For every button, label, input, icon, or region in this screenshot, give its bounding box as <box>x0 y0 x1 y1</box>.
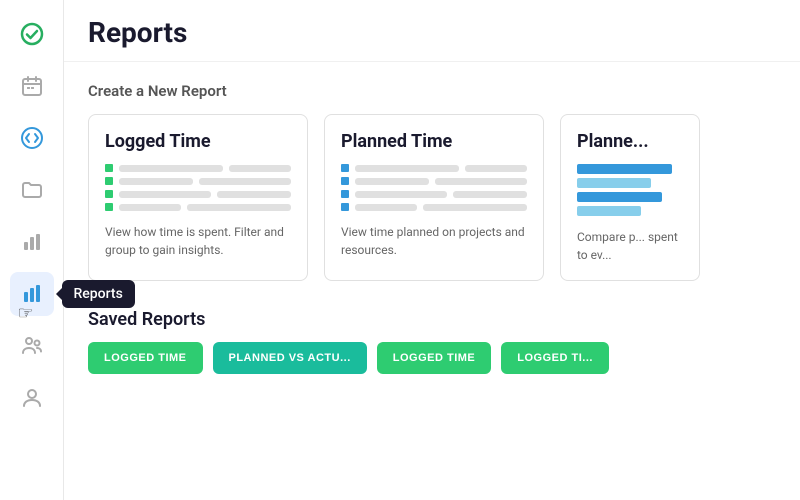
saved-section: Saved Reports LOGGED TIME PLANNED VS ACT… <box>88 309 776 374</box>
bar-chart-small-icon <box>20 230 44 254</box>
planned-vs-actual-preview <box>577 164 683 216</box>
logged-time-preview <box>105 164 291 211</box>
planned-time-card[interactable]: Planned Time View time planned on projec… <box>324 114 544 281</box>
saved-btn-logged-time-1[interactable]: LOGGED TIME <box>88 342 203 374</box>
sidebar-item-reports[interactable]: Reports ☞ <box>10 272 54 316</box>
logged-time-card[interactable]: Logged Time View how time is spent. Filt… <box>88 114 308 281</box>
check-circle-icon <box>20 22 44 46</box>
team-icon <box>20 334 44 358</box>
logged-time-card-title: Logged Time <box>105 131 291 152</box>
person-icon <box>20 386 44 410</box>
saved-buttons-row: LOGGED TIME PLANNED VS ACTU... LOGGED TI… <box>88 342 776 374</box>
page-header: Reports <box>64 0 800 62</box>
planned-time-preview <box>341 164 527 211</box>
planned-time-card-desc: View time planned on projects and resour… <box>341 223 527 259</box>
saved-btn-planned-vs-actu[interactable]: PLANNED VS ACTU... <box>213 342 367 374</box>
planned-vs-actual-card[interactable]: Planne... Compare p... spent to ev... <box>560 114 700 281</box>
sidebar-item-team[interactable] <box>10 324 54 368</box>
sidebar-item-folder[interactable] <box>10 168 54 212</box>
saved-btn-logged-time-2[interactable]: LOGGED TIME <box>377 342 492 374</box>
sidebar-item-calendar[interactable] <box>10 64 54 108</box>
create-section: Create a New Report Logged Time View how… <box>88 82 776 281</box>
logged-time-card-desc: View how time is spent. Filter and group… <box>105 223 291 259</box>
cards-row: Logged Time View how time is spent. Filt… <box>88 114 776 281</box>
sidebar-item-bar-chart-small[interactable] <box>10 220 54 264</box>
reports-tooltip: Reports <box>62 280 135 308</box>
double-arrow-icon <box>20 126 44 150</box>
calendar-icon <box>20 74 44 98</box>
main-content: Reports Create a New Report Logged Time … <box>64 0 800 500</box>
sidebar: Reports ☞ <box>0 0 64 500</box>
folder-icon <box>20 178 44 202</box>
create-section-title: Create a New Report <box>88 82 776 100</box>
sidebar-item-person[interactable] <box>10 376 54 420</box>
planned-vs-actual-card-title: Planne... <box>577 131 683 152</box>
saved-section-title: Saved Reports <box>88 309 776 330</box>
sidebar-item-arrows[interactable] <box>10 116 54 160</box>
cursor-icon: ☞ <box>18 303 34 324</box>
saved-btn-logged-time-3[interactable]: LOGGED TI... <box>501 342 609 374</box>
page-title: Reports <box>88 16 776 49</box>
content-area: Create a New Report Logged Time View how… <box>64 62 800 500</box>
planned-vs-actual-card-desc: Compare p... spent to ev... <box>577 228 683 264</box>
sidebar-item-check[interactable] <box>10 12 54 56</box>
planned-time-card-title: Planned Time <box>341 131 527 152</box>
